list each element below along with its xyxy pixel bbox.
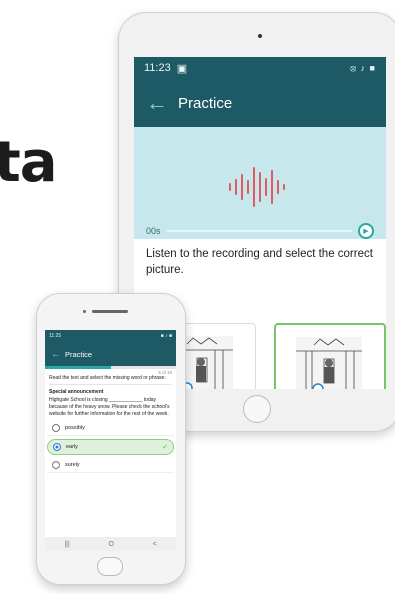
question-prompt: Read the text and select the missing wor… [49, 375, 166, 381]
announcement-title: Special announcement [49, 389, 104, 396]
tablet-app-header: ← Practice [134, 79, 386, 127]
answer-option-early[interactable]: early ✓ [47, 439, 174, 456]
page-title: Practice [65, 349, 93, 359]
status-icons: ■ ♪ ■ [160, 333, 172, 339]
phone-camera [83, 310, 86, 313]
audio-player: 00s ▶ [134, 127, 386, 239]
answer-option-possibly[interactable]: possibly [47, 421, 174, 437]
android-nav-bar: ||| O < [45, 537, 176, 551]
tablet-status-bar: 11:23 ▣ ⦻ ♪ ■ [134, 57, 386, 79]
question-body: Read the text and select the missing wor… [45, 375, 176, 418]
instruction-text: Listen to the recording and select the c… [146, 248, 373, 276]
answer-option-surely[interactable]: surely [47, 458, 174, 474]
back-arrow-icon[interactable]: ← [51, 349, 61, 360]
status-time: 11:25 [49, 333, 62, 339]
phone-status-bar: 11:25 ■ ♪ ■ [45, 330, 176, 342]
option-label: early [66, 444, 78, 451]
phone-speaker [92, 310, 128, 313]
option-label: possibly [65, 425, 85, 432]
announcement-passage: Highgate School is closing ____________ … [49, 396, 170, 418]
waveform-icon [229, 167, 285, 207]
image-icon: ▣ [176, 62, 188, 75]
check-icon: ✓ [162, 444, 168, 452]
play-icon: ▶ [363, 228, 369, 235]
page-title: Practice [178, 94, 233, 112]
picture-option-b[interactable] [274, 323, 386, 389]
radio-button[interactable] [52, 461, 60, 470]
progress-bar [45, 366, 176, 369]
status-icons: ⦻ ♪ ■ [350, 62, 376, 73]
elapsed-time: 00s [146, 226, 161, 236]
divider [49, 384, 172, 386]
background-headline-fragment: ta [0, 130, 58, 195]
option-label: surely [65, 462, 80, 469]
phone-device: 11:25 ■ ♪ ■ ← Practice 5 of 10 Read the … [36, 293, 186, 585]
home-icon[interactable]: O [108, 541, 113, 548]
phone-app-header: ← Practice [45, 342, 176, 366]
audio-scrubber[interactable] [166, 230, 352, 232]
street-sketch-illustration [296, 337, 362, 389]
tablet-camera [258, 34, 262, 38]
phone-home-button[interactable] [97, 557, 123, 576]
audio-timeline: 00s ▶ [146, 223, 374, 239]
status-time: 11:23 [144, 62, 171, 74]
progress-fill [45, 366, 111, 369]
tablet-home-button[interactable] [243, 395, 271, 423]
radio-button-selected[interactable] [53, 443, 61, 452]
radio-button[interactable] [52, 424, 60, 433]
back-icon[interactable]: < [153, 541, 157, 548]
back-arrow-icon[interactable]: ← [146, 92, 168, 114]
phone-screen: 11:25 ■ ♪ ■ ← Practice 5 of 10 Read the … [45, 330, 176, 551]
recent-apps-icon[interactable]: ||| [64, 541, 69, 548]
answer-options: possibly early ✓ surely [45, 421, 176, 474]
play-button[interactable]: ▶ [358, 223, 374, 239]
